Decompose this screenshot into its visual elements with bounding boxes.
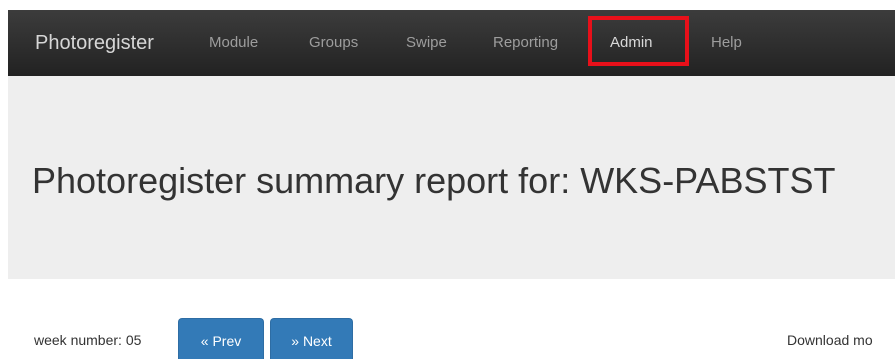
nav-item-help[interactable]: Help xyxy=(711,33,742,53)
download-link[interactable]: Download mo xyxy=(787,331,873,349)
page-title: Photoregister summary report for: WKS-PA… xyxy=(32,160,836,201)
nav-item-swipe[interactable]: Swipe xyxy=(406,33,447,53)
admin-highlight-box xyxy=(588,16,689,66)
prev-week-button[interactable]: « Prev xyxy=(178,318,264,359)
nav-item-groups[interactable]: Groups xyxy=(309,33,358,53)
jumbotron: Photoregister summary report for: WKS-PA… xyxy=(8,76,895,279)
nav-item-module[interactable]: Module xyxy=(209,33,258,53)
top-navbar: Photoregister Module Groups Swipe Report… xyxy=(8,10,895,76)
page: Photoregister Module Groups Swipe Report… xyxy=(0,0,895,359)
next-week-button[interactable]: » Next xyxy=(270,318,353,359)
nav-item-reporting[interactable]: Reporting xyxy=(493,33,558,53)
brand-link[interactable]: Photoregister xyxy=(35,30,154,56)
week-number-label: week number: 05 xyxy=(34,332,142,348)
